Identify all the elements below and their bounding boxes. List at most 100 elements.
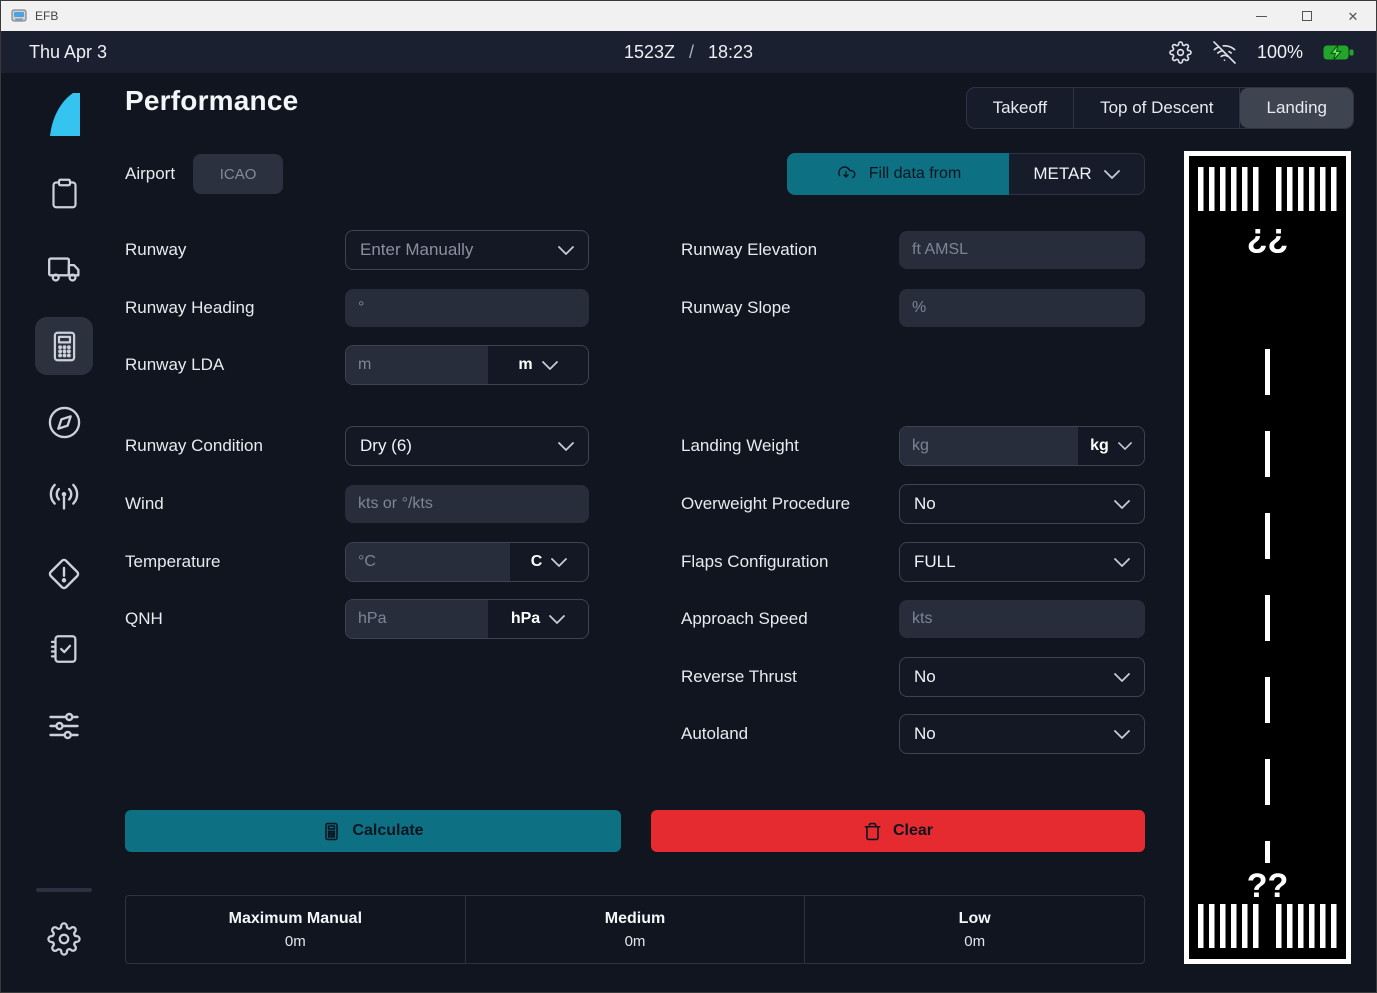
autoland-row: Autoland No	[681, 714, 1145, 754]
result-low-value: 0m	[964, 933, 985, 950]
airport-icao-input[interactable]	[193, 154, 283, 194]
runway-condition-label: Runway Condition	[125, 436, 263, 456]
runway-elevation-input[interactable]	[912, 241, 1132, 259]
temperature-row: Temperature C	[125, 542, 589, 582]
landing-weight-field: kg	[899, 426, 1145, 466]
utc-time: 1523Z	[624, 42, 675, 63]
runway-lda-unit-value: m	[518, 356, 532, 374]
runway-lda-label: Runway LDA	[125, 355, 224, 375]
flaps-configuration-select[interactable]: FULL	[899, 542, 1145, 582]
calculate-button[interactable]: Calculate	[125, 810, 621, 852]
gear-icon[interactable]	[1169, 41, 1192, 64]
app-icon	[11, 9, 27, 23]
temperature-label: Temperature	[125, 552, 220, 572]
wind-label: Wind	[125, 494, 164, 514]
time-separator: /	[689, 42, 694, 63]
minimize-icon[interactable]	[1238, 1, 1284, 31]
landing-weight-label: Landing Weight	[681, 436, 799, 456]
landing-weight-unit-value: kg	[1090, 437, 1109, 455]
runway-select[interactable]: Enter Manually	[345, 230, 589, 270]
autoland-select[interactable]: No	[899, 714, 1145, 754]
runway-heading-input[interactable]	[358, 299, 576, 317]
temperature-input[interactable]	[358, 553, 498, 571]
fill-source-select[interactable]: METAR	[1009, 153, 1145, 195]
trash-icon	[863, 822, 882, 841]
runway-elevation-row: Runway Elevation	[681, 230, 1145, 270]
page-title: Performance	[125, 85, 298, 117]
runway-elevation-label: Runway Elevation	[681, 240, 817, 260]
runway-heading-label: Runway Heading	[125, 298, 254, 318]
runway-slope-field	[899, 289, 1145, 327]
airport-label: Airport	[125, 164, 175, 184]
temperature-unit-value: C	[531, 553, 543, 571]
landing-weight-unit-select[interactable]: kg	[1078, 427, 1144, 465]
maximize-icon[interactable]	[1284, 1, 1330, 31]
fill-data-label: Fill data from	[869, 165, 961, 183]
qnh-input[interactable]	[358, 610, 476, 628]
tab-takeoff[interactable]: Takeoff	[967, 88, 1075, 128]
runway-slope-input[interactable]	[912, 299, 1132, 317]
runway-lda-field: m	[345, 345, 589, 385]
tab-top-of-descent[interactable]: Top of Descent	[1074, 88, 1240, 128]
runway-heading-row: Runway Heading	[125, 288, 589, 328]
temperature-field: C	[345, 542, 589, 582]
wind-row: Wind	[125, 484, 589, 524]
wind-input[interactable]	[358, 495, 576, 513]
result-low-label: Low	[959, 910, 991, 928]
qnh-unit-value: hPa	[511, 610, 540, 628]
result-maximum-manual: Maximum Manual 0m	[126, 896, 466, 963]
close-icon[interactable]: ✕	[1330, 1, 1376, 31]
landing-weight-input[interactable]	[912, 437, 1066, 455]
landing-weight-row: Landing Weight kg	[681, 426, 1145, 466]
window-title: EFB	[35, 9, 58, 23]
qnh-row: QNH hPa	[125, 599, 589, 639]
flaps-configuration-row: Flaps Configuration FULL	[681, 542, 1145, 582]
mode-tabs: Takeoff Top of Descent Landing	[966, 87, 1354, 129]
runway-label: Runway	[125, 240, 186, 260]
overweight-procedure-row: Overweight Procedure No	[681, 484, 1145, 524]
calculator-icon	[322, 822, 341, 841]
runway-select-value: Enter Manually	[360, 240, 473, 260]
qnh-label: QNH	[125, 609, 163, 629]
overweight-procedure-label: Overweight Procedure	[681, 494, 850, 514]
flaps-configuration-value: FULL	[914, 552, 956, 572]
calculate-label: Calculate	[352, 822, 423, 840]
runway-heading-field	[345, 289, 589, 327]
runway-condition-select[interactable]: Dry (6)	[345, 426, 589, 466]
approach-speed-row: Approach Speed	[681, 599, 1145, 639]
fill-source-value: METAR	[1033, 164, 1091, 184]
status-bar: Thu Apr 3 1523Z / 18:23 100%	[1, 31, 1376, 73]
runway-slope-label: Runway Slope	[681, 298, 791, 318]
runway-far-designator: ¿¿	[1247, 217, 1289, 255]
runway-row: Runway Enter Manually	[125, 230, 589, 270]
autoland-label: Autoland	[681, 724, 748, 744]
clear-label: Clear	[893, 822, 933, 840]
runway-lda-input[interactable]	[358, 356, 476, 374]
tab-landing[interactable]: Landing	[1240, 88, 1353, 128]
runway-near-designator: ??	[1247, 867, 1289, 905]
runway-graphic: ¿¿ ??	[1184, 151, 1351, 964]
qnh-unit-select[interactable]: hPa	[488, 600, 588, 638]
wifi-off-icon[interactable]	[1212, 41, 1237, 64]
approach-speed-label: Approach Speed	[681, 609, 808, 629]
window-titlebar: EFB ✕	[1, 1, 1376, 31]
local-time: 18:23	[708, 42, 753, 63]
battery-percent: 100%	[1257, 42, 1303, 63]
results-table: Maximum Manual 0m Medium 0m Low 0m	[125, 895, 1145, 964]
clear-button[interactable]: Clear	[651, 810, 1145, 852]
fill-data-button[interactable]: Fill data from	[787, 153, 1009, 195]
overweight-procedure-select[interactable]: No	[899, 484, 1145, 524]
battery-charging-icon	[1323, 44, 1354, 61]
result-medium-label: Medium	[605, 910, 665, 928]
reverse-thrust-label: Reverse Thrust	[681, 667, 797, 687]
temperature-unit-select[interactable]: C	[510, 543, 588, 581]
flaps-configuration-label: Flaps Configuration	[681, 552, 828, 572]
result-maximum-manual-label: Maximum Manual	[229, 910, 362, 928]
runway-lda-unit-select[interactable]: m	[488, 346, 588, 384]
runway-slope-row: Runway Slope	[681, 288, 1145, 328]
runway-lda-row: Runway LDA m	[125, 345, 589, 385]
reverse-thrust-select[interactable]: No	[899, 657, 1145, 697]
runway-condition-value: Dry (6)	[360, 436, 412, 456]
autoland-value: No	[914, 724, 936, 744]
approach-speed-input[interactable]	[912, 610, 1132, 628]
